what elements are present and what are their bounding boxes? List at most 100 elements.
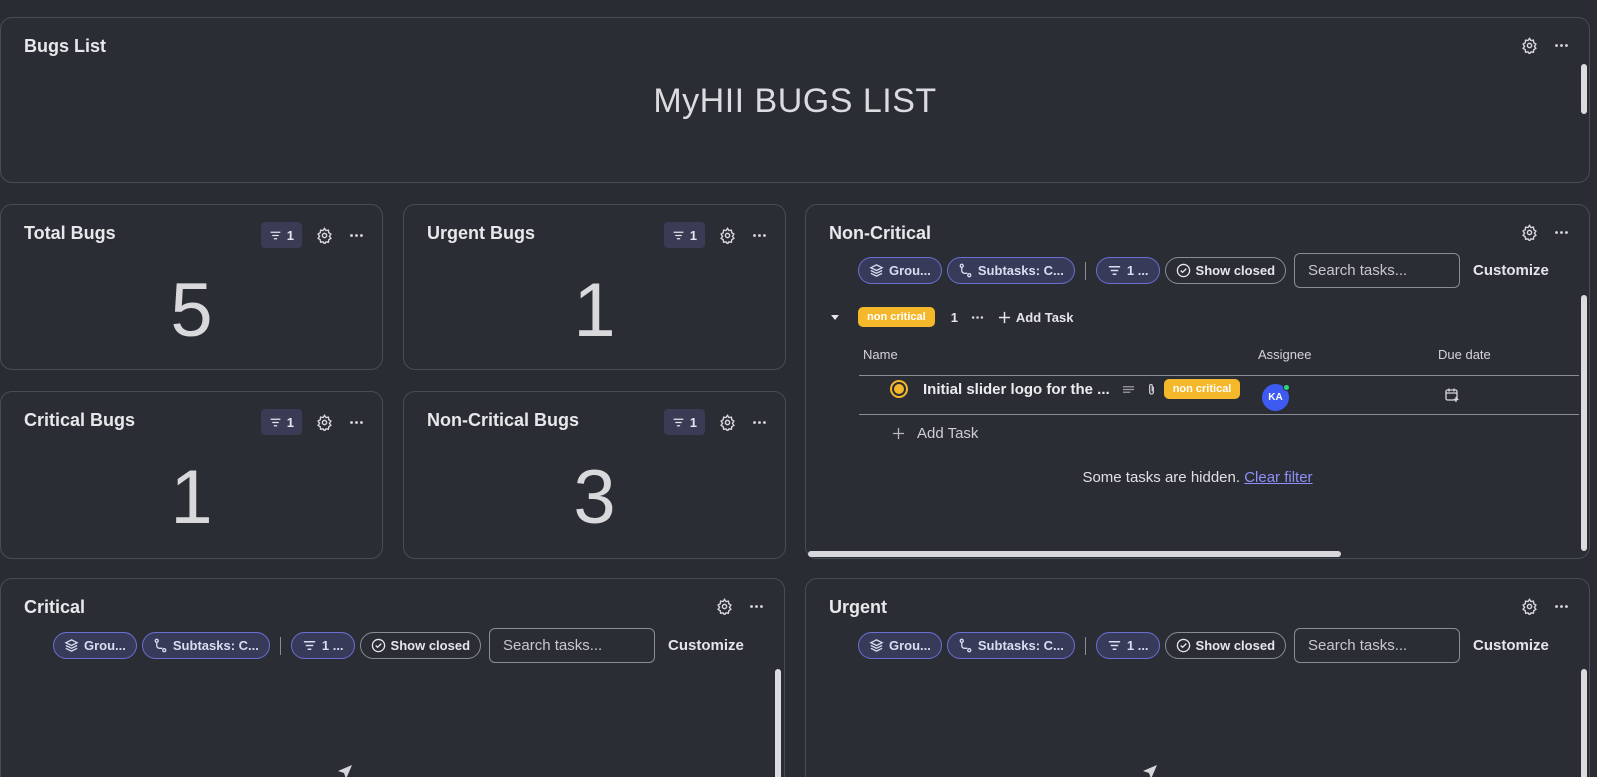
check-circle-icon — [371, 638, 385, 653]
critical-list-card: Critical Grou... Subtasks: C... 1 ... Sh… — [0, 578, 785, 777]
subtasks-icon — [959, 638, 972, 653]
card-title: Bugs List — [24, 36, 107, 56]
group-by-button[interactable]: Grou... — [858, 632, 942, 659]
more-options-icon[interactable] — [346, 412, 366, 432]
stat-card-non-critical-bugs: Non-Critical Bugs 1 3 — [403, 391, 786, 559]
card-title: Non-Critical Bugs — [427, 410, 580, 430]
group-by-button[interactable]: Grou... — [53, 632, 137, 659]
card-actions: 1 — [663, 222, 769, 248]
more-options-icon[interactable] — [1551, 35, 1571, 55]
stat-value: 3 — [573, 455, 616, 540]
more-options-icon[interactable] — [749, 412, 769, 432]
bugs-list-card: Bugs List MyHII BUGS LIST — [0, 17, 1590, 183]
group-add-task-button[interactable]: Add Task — [998, 309, 1074, 325]
vertical-scrollbar[interactable] — [1581, 669, 1587, 777]
filter-button[interactable]: 1 ... — [1095, 632, 1160, 659]
more-options-icon[interactable] — [746, 596, 766, 616]
search-input[interactable] — [1294, 628, 1461, 663]
stat-value: 5 — [170, 268, 213, 353]
customize-button[interactable]: Customize — [668, 637, 744, 654]
search-input[interactable] — [1294, 253, 1461, 288]
stat-value: 1 — [573, 268, 616, 353]
show-closed-label: Show closed — [1195, 638, 1276, 653]
gear-icon[interactable] — [1519, 222, 1539, 242]
show-closed-button[interactable]: Show closed — [1164, 632, 1287, 659]
customize-button[interactable]: Customize — [1473, 637, 1549, 654]
card-actions: 1 — [260, 409, 366, 435]
filter-chip[interactable]: 1 — [260, 222, 302, 248]
column-header-name[interactable]: Name — [863, 347, 898, 362]
subtasks-button[interactable]: Subtasks: C... — [946, 257, 1075, 284]
horizontal-scrollbar[interactable] — [808, 551, 1341, 557]
card-title: Non-Critical — [829, 223, 932, 243]
more-options-icon[interactable] — [968, 307, 988, 327]
card-title: Critical — [24, 597, 86, 617]
group-by-label: Grou... — [889, 263, 931, 278]
status-circle-icon[interactable] — [890, 380, 908, 398]
clear-filter-link[interactable]: Clear filter — [1244, 469, 1312, 486]
task-name[interactable]: Initial slider logo for the ... — [923, 381, 1110, 398]
vertical-scrollbar[interactable] — [775, 669, 781, 777]
column-header-assignee[interactable]: Assignee — [1258, 347, 1311, 362]
filter-count: 1 — [286, 227, 294, 243]
card-actions — [1519, 596, 1571, 616]
filter-chip[interactable]: 1 — [663, 409, 705, 435]
filter-chip[interactable]: 1 — [260, 409, 302, 435]
toolbar-divider — [279, 636, 281, 655]
task-status-tag[interactable]: non critical — [1163, 379, 1241, 399]
collapse-caret-icon[interactable] — [828, 310, 842, 324]
subtasks-button[interactable]: Subtasks: C... — [141, 632, 270, 659]
vertical-scrollbar[interactable] — [1581, 64, 1587, 114]
urgent-list-card: Urgent Grou... Subtasks: C... 1 ... Show… — [805, 578, 1590, 777]
more-options-icon[interactable] — [1551, 222, 1571, 242]
add-task-label: Add Task — [1015, 309, 1074, 325]
card-actions — [714, 596, 766, 616]
filter-chip[interactable]: 1 — [663, 222, 705, 248]
subtasks-icon — [154, 638, 167, 653]
more-options-icon[interactable] — [749, 225, 769, 245]
customize-button[interactable]: Customize — [1473, 262, 1549, 279]
filter-button[interactable]: 1 ... — [290, 632, 355, 659]
gear-icon[interactable] — [717, 412, 737, 432]
group-by-button[interactable]: Grou... — [858, 257, 942, 284]
stat-value: 1 — [170, 455, 213, 540]
filter-count: 1 — [689, 414, 697, 430]
status-tag[interactable]: non critical — [858, 307, 935, 327]
vertical-scrollbar[interactable] — [1581, 295, 1587, 551]
gear-icon[interactable] — [314, 225, 334, 245]
gear-icon[interactable] — [717, 225, 737, 245]
filter-icon — [1108, 641, 1120, 650]
gear-icon[interactable] — [1519, 596, 1539, 616]
filter-label: 1 ... — [1126, 263, 1149, 278]
stat-card-critical-bugs: Critical Bugs 1 1 — [0, 391, 383, 559]
plus-icon — [892, 427, 905, 440]
gear-icon[interactable] — [1519, 35, 1539, 55]
filter-button[interactable]: 1 ... — [1095, 257, 1160, 284]
show-closed-label: Show closed — [1195, 263, 1276, 278]
list-toolbar: Grou... Subtasks: C... 1 ... Show closed… — [858, 628, 1549, 663]
column-header-due-date[interactable]: Due date — [1438, 347, 1491, 362]
plus-icon — [998, 311, 1010, 323]
add-task-row[interactable]: Add Task — [892, 425, 978, 442]
layers-icon — [869, 639, 884, 652]
show-closed-button[interactable]: Show closed — [1164, 257, 1287, 284]
hidden-tasks-message: Some tasks are hidden. Clear filter — [806, 469, 1589, 486]
avatar[interactable]: KA — [1262, 384, 1290, 411]
more-options-icon[interactable] — [1551, 596, 1571, 616]
more-options-icon[interactable] — [346, 225, 366, 245]
search-input[interactable] — [489, 628, 656, 663]
table-divider — [859, 375, 1579, 376]
card-actions: 1 — [260, 222, 366, 248]
gear-icon[interactable] — [314, 412, 334, 432]
toolbar-divider — [1084, 261, 1086, 280]
subtasks-button[interactable]: Subtasks: C... — [946, 632, 1075, 659]
table-row[interactable]: Initial slider logo for the ... non crit… — [890, 379, 1241, 399]
check-circle-icon — [1176, 638, 1190, 653]
gear-icon[interactable] — [714, 596, 734, 616]
filter-count: 1 — [286, 414, 294, 430]
group-by-label: Grou... — [84, 638, 126, 653]
show-closed-button[interactable]: Show closed — [359, 632, 482, 659]
calendar-add-icon[interactable] — [1444, 387, 1460, 408]
group-count: 1 — [950, 309, 958, 325]
filter-label: 1 ... — [1126, 638, 1149, 653]
